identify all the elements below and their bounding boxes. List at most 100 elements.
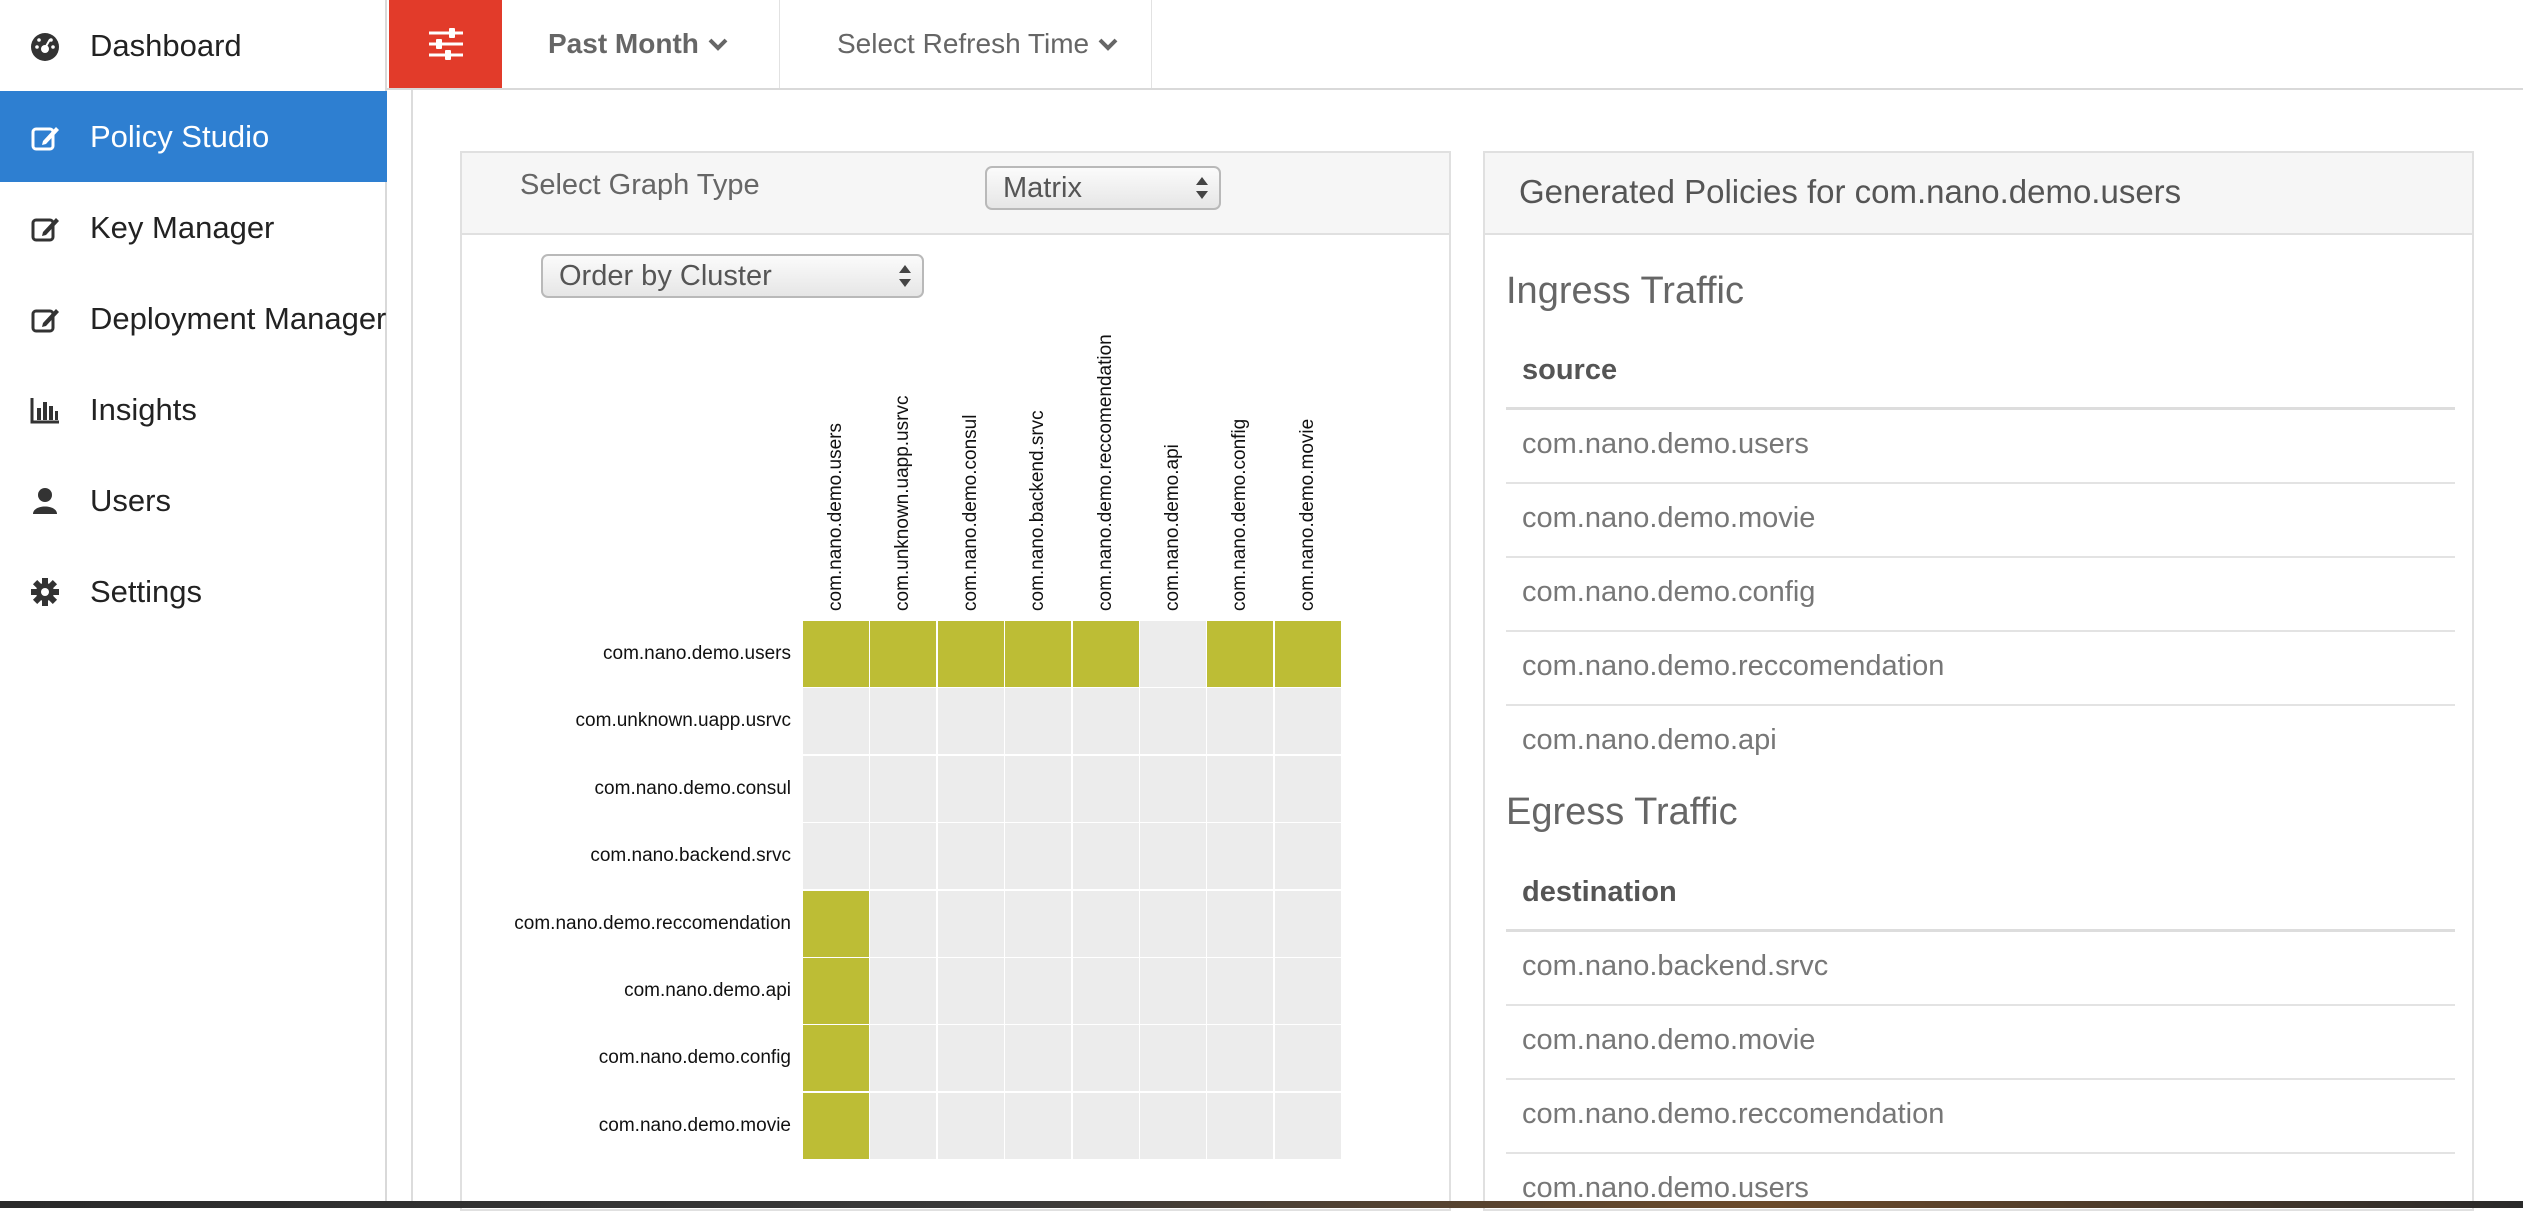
matrix-cell[interactable] [870, 621, 937, 687]
sidebar-item-key-manager[interactable]: Key Manager [0, 182, 387, 273]
sidebar-item-insights[interactable]: Insights [0, 364, 387, 455]
matrix-cell[interactable] [870, 1025, 937, 1092]
matrix-cell[interactable] [803, 823, 869, 890]
matrix-cell[interactable] [1207, 1025, 1274, 1092]
matrix-cell[interactable] [1140, 1025, 1206, 1092]
filter-button[interactable] [389, 0, 502, 88]
sidebar-item-deployment-manager[interactable]: Deployment Manager [0, 273, 387, 364]
matrix-cell[interactable] [1274, 1025, 1341, 1092]
matrix-cell[interactable] [1274, 890, 1341, 957]
matrix-column-label: com.nano.demo.reccomendation [1094, 334, 1116, 611]
top-bar: Past Month Select Refresh Time [387, 0, 2523, 90]
sidebar-item-users[interactable]: Users [0, 455, 387, 546]
refresh-time-label: Select Refresh Time [837, 28, 1090, 59]
sidebar-item-dashboard[interactable]: Dashboard [0, 0, 387, 91]
egress-title: Egress Traffic [1506, 791, 1738, 833]
matrix-cell[interactable] [1072, 1025, 1139, 1092]
graph-type-value: Matrix [1003, 171, 1082, 204]
matrix-cell[interactable] [937, 823, 1004, 890]
matrix-cell[interactable] [870, 958, 937, 1024]
matrix-cell[interactable] [803, 958, 869, 1024]
matrix-cell[interactable] [803, 688, 869, 755]
matrix-cell[interactable] [937, 1092, 1004, 1159]
matrix-cell[interactable] [1072, 890, 1139, 957]
matrix-cell[interactable] [870, 823, 937, 890]
matrix-cell[interactable] [803, 621, 869, 687]
matrix-cell[interactable] [1274, 621, 1341, 687]
chevron-down-icon [1098, 38, 1118, 51]
matrix-cell[interactable] [1274, 755, 1341, 822]
matrix-cell[interactable] [1005, 1092, 1072, 1159]
matrix-cell[interactable] [1207, 1092, 1274, 1159]
matrix-cell[interactable] [1274, 688, 1341, 755]
matrix-cell[interactable] [1072, 823, 1139, 890]
matrix-cell[interactable] [803, 1092, 869, 1159]
policy-panel: Generated Policies for com.nano.demo.use… [1483, 151, 2474, 1211]
matrix-cell[interactable] [1207, 823, 1274, 890]
chevron-down-icon [708, 38, 728, 51]
sidebar-item-label: Users [90, 482, 171, 518]
matrix-cell[interactable] [937, 621, 1004, 687]
matrix-cell[interactable] [1274, 1092, 1341, 1159]
matrix-cell[interactable] [870, 688, 937, 755]
matrix-column-label: com.unknown.uapp.usrvc [892, 395, 914, 611]
matrix-cell[interactable] [870, 755, 937, 822]
ingress-cell: com.nano.demo.users [1522, 428, 1809, 460]
refresh-time-dropdown[interactable]: Select Refresh Time [780, 0, 1152, 88]
matrix-cell[interactable] [1072, 621, 1139, 687]
ingress-table-header: source [1506, 336, 2455, 410]
sidebar-item-policy-studio[interactable]: Policy Studio [0, 91, 387, 182]
matrix-cell[interactable] [1072, 688, 1139, 755]
ingress-cell: com.nano.demo.movie [1522, 502, 1816, 534]
matrix-cell[interactable] [1140, 621, 1206, 687]
select-arrows-icon [899, 265, 911, 287]
matrix-cell[interactable] [1207, 890, 1274, 957]
table-row: com.nano.demo.config [1506, 558, 2455, 632]
matrix-cell[interactable] [1140, 823, 1206, 890]
matrix-cell[interactable] [870, 1092, 937, 1159]
matrix-cell[interactable] [1274, 823, 1341, 890]
matrix-cell[interactable] [1005, 621, 1072, 687]
matrix-cell[interactable] [870, 890, 937, 957]
bar-chart-icon [28, 393, 62, 427]
time-range-dropdown[interactable]: Past Month [502, 0, 780, 88]
matrix-cell[interactable] [1207, 958, 1274, 1024]
sidebar-item-label: Policy Studio [90, 118, 270, 154]
matrix-cell[interactable] [1207, 688, 1274, 755]
matrix-cell[interactable] [1207, 755, 1274, 822]
matrix-cell[interactable] [1005, 755, 1072, 822]
ingress-cell: com.nano.demo.config [1522, 576, 1816, 608]
matrix-cell[interactable] [803, 1025, 869, 1092]
matrix-cell[interactable] [937, 958, 1004, 1024]
matrix-cell[interactable] [1005, 958, 1072, 1024]
matrix-row-label: com.nano.demo.consul [594, 777, 791, 799]
matrix-cell[interactable] [1005, 823, 1072, 890]
sidebar-item-label: Dashboard [90, 27, 242, 63]
matrix-cell[interactable] [803, 890, 869, 957]
sidebar-item-settings[interactable]: Settings [0, 546, 387, 637]
matrix-cell[interactable] [1140, 688, 1206, 755]
matrix-cell[interactable] [937, 755, 1004, 822]
matrix-cell[interactable] [1274, 958, 1341, 1024]
matrix-cell[interactable] [1005, 1025, 1072, 1092]
order-select[interactable]: Order by Cluster [541, 254, 924, 298]
matrix-cell[interactable] [1072, 755, 1139, 822]
matrix-cell[interactable] [937, 890, 1004, 957]
matrix-cell[interactable] [803, 755, 869, 822]
edit-icon [28, 211, 62, 245]
matrix-cell[interactable] [937, 688, 1004, 755]
matrix-cell[interactable] [1005, 890, 1072, 957]
matrix-cell[interactable] [1140, 1092, 1206, 1159]
matrix-cell[interactable] [1140, 958, 1206, 1024]
matrix-cell[interactable] [937, 1025, 1004, 1092]
matrix-cell[interactable] [1140, 755, 1206, 822]
graph-panel-header: Select Graph Type Matrix [462, 153, 1449, 235]
ingress-column-source: source [1522, 354, 1618, 386]
graph-panel: Select Graph Type Matrix Order by Cluste… [460, 151, 1451, 1211]
matrix-cell[interactable] [1207, 621, 1274, 687]
graph-type-select[interactable]: Matrix [985, 166, 1221, 210]
matrix-cell[interactable] [1072, 1092, 1139, 1159]
matrix-cell[interactable] [1140, 890, 1206, 957]
matrix-cell[interactable] [1072, 958, 1139, 1024]
matrix-cell[interactable] [1005, 688, 1072, 755]
